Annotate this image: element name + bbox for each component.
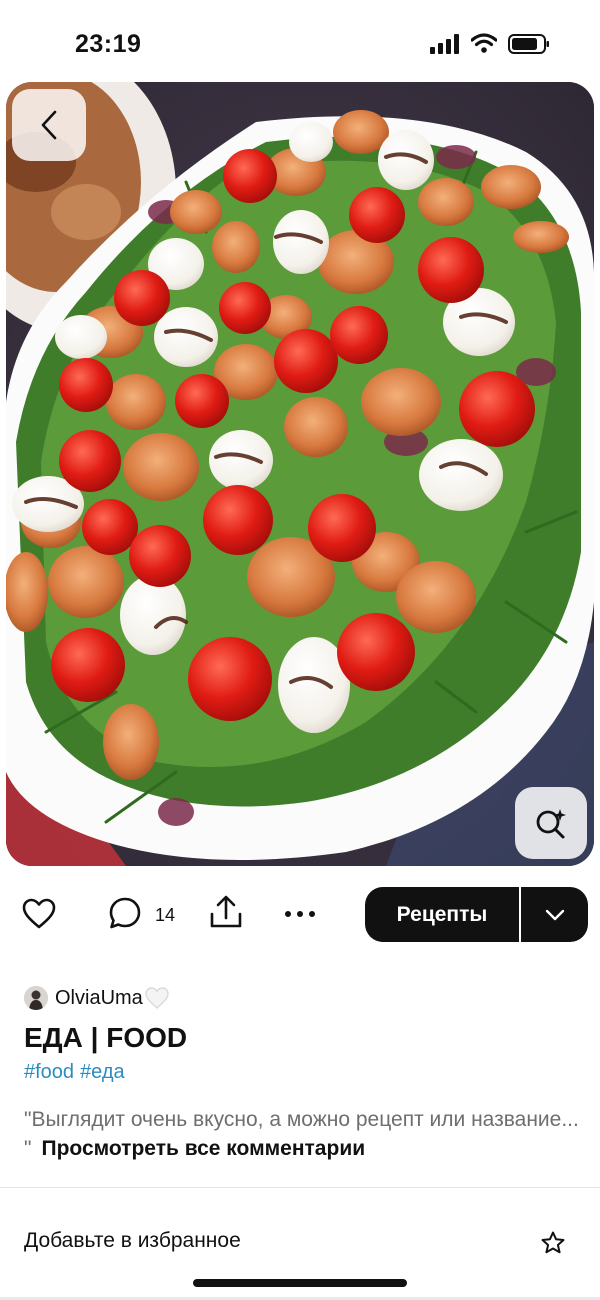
back-button[interactable] [12, 89, 86, 161]
recipes-button[interactable]: Рецепты [365, 887, 519, 942]
chevron-left-icon [41, 110, 57, 140]
recipes-button-group: Рецепты [365, 887, 588, 942]
visual-search-icon [536, 809, 566, 839]
heart-outline-icon [22, 898, 56, 929]
home-indicator [193, 1279, 407, 1287]
white-heart-icon [144, 986, 170, 1010]
hashtag-link[interactable]: #еда [80, 1061, 125, 1083]
more-options-button[interactable] [282, 902, 318, 926]
author-name: OlviaUma [55, 986, 143, 1009]
share-button[interactable] [209, 894, 243, 930]
comment-button[interactable] [108, 896, 142, 930]
avatar [24, 986, 48, 1010]
status-time: 23:19 [75, 30, 142, 58]
add-to-favorites-label[interactable]: Добавьте в избранное [24, 1229, 241, 1253]
more-horizontal-icon [285, 911, 315, 917]
like-button[interactable] [22, 898, 56, 930]
battery-icon [508, 34, 549, 54]
comment-preview[interactable]: "Выглядит очень вкусно, а можно рецепт и… [24, 1105, 584, 1163]
hashtags: #food #еда [24, 1061, 131, 1084]
divider [0, 1187, 600, 1188]
comment-bubble-icon [109, 897, 141, 929]
pin-image[interactable] [6, 82, 594, 866]
hashtag-link[interactable]: #food [24, 1061, 74, 1083]
comment-count: 14 [155, 905, 176, 925]
view-all-comments-link[interactable]: Просмотреть все комментарии [41, 1137, 365, 1160]
author-row[interactable]: OlviaUma [24, 985, 170, 1011]
cellular-signal-icon [430, 34, 459, 54]
recipes-dropdown-button[interactable] [521, 887, 588, 942]
share-icon [210, 895, 242, 928]
visual-search-button[interactable] [515, 787, 587, 859]
wifi-icon [471, 33, 497, 53]
pin-actions: 14 Рецепты [0, 882, 600, 946]
star-outline-icon[interactable] [540, 1230, 566, 1256]
board-title[interactable]: ЕДА | FOOD [24, 1022, 187, 1054]
salad-photo [6, 82, 594, 866]
chevron-down-icon [545, 909, 564, 920]
status-bar: 23:19 [0, 0, 600, 82]
